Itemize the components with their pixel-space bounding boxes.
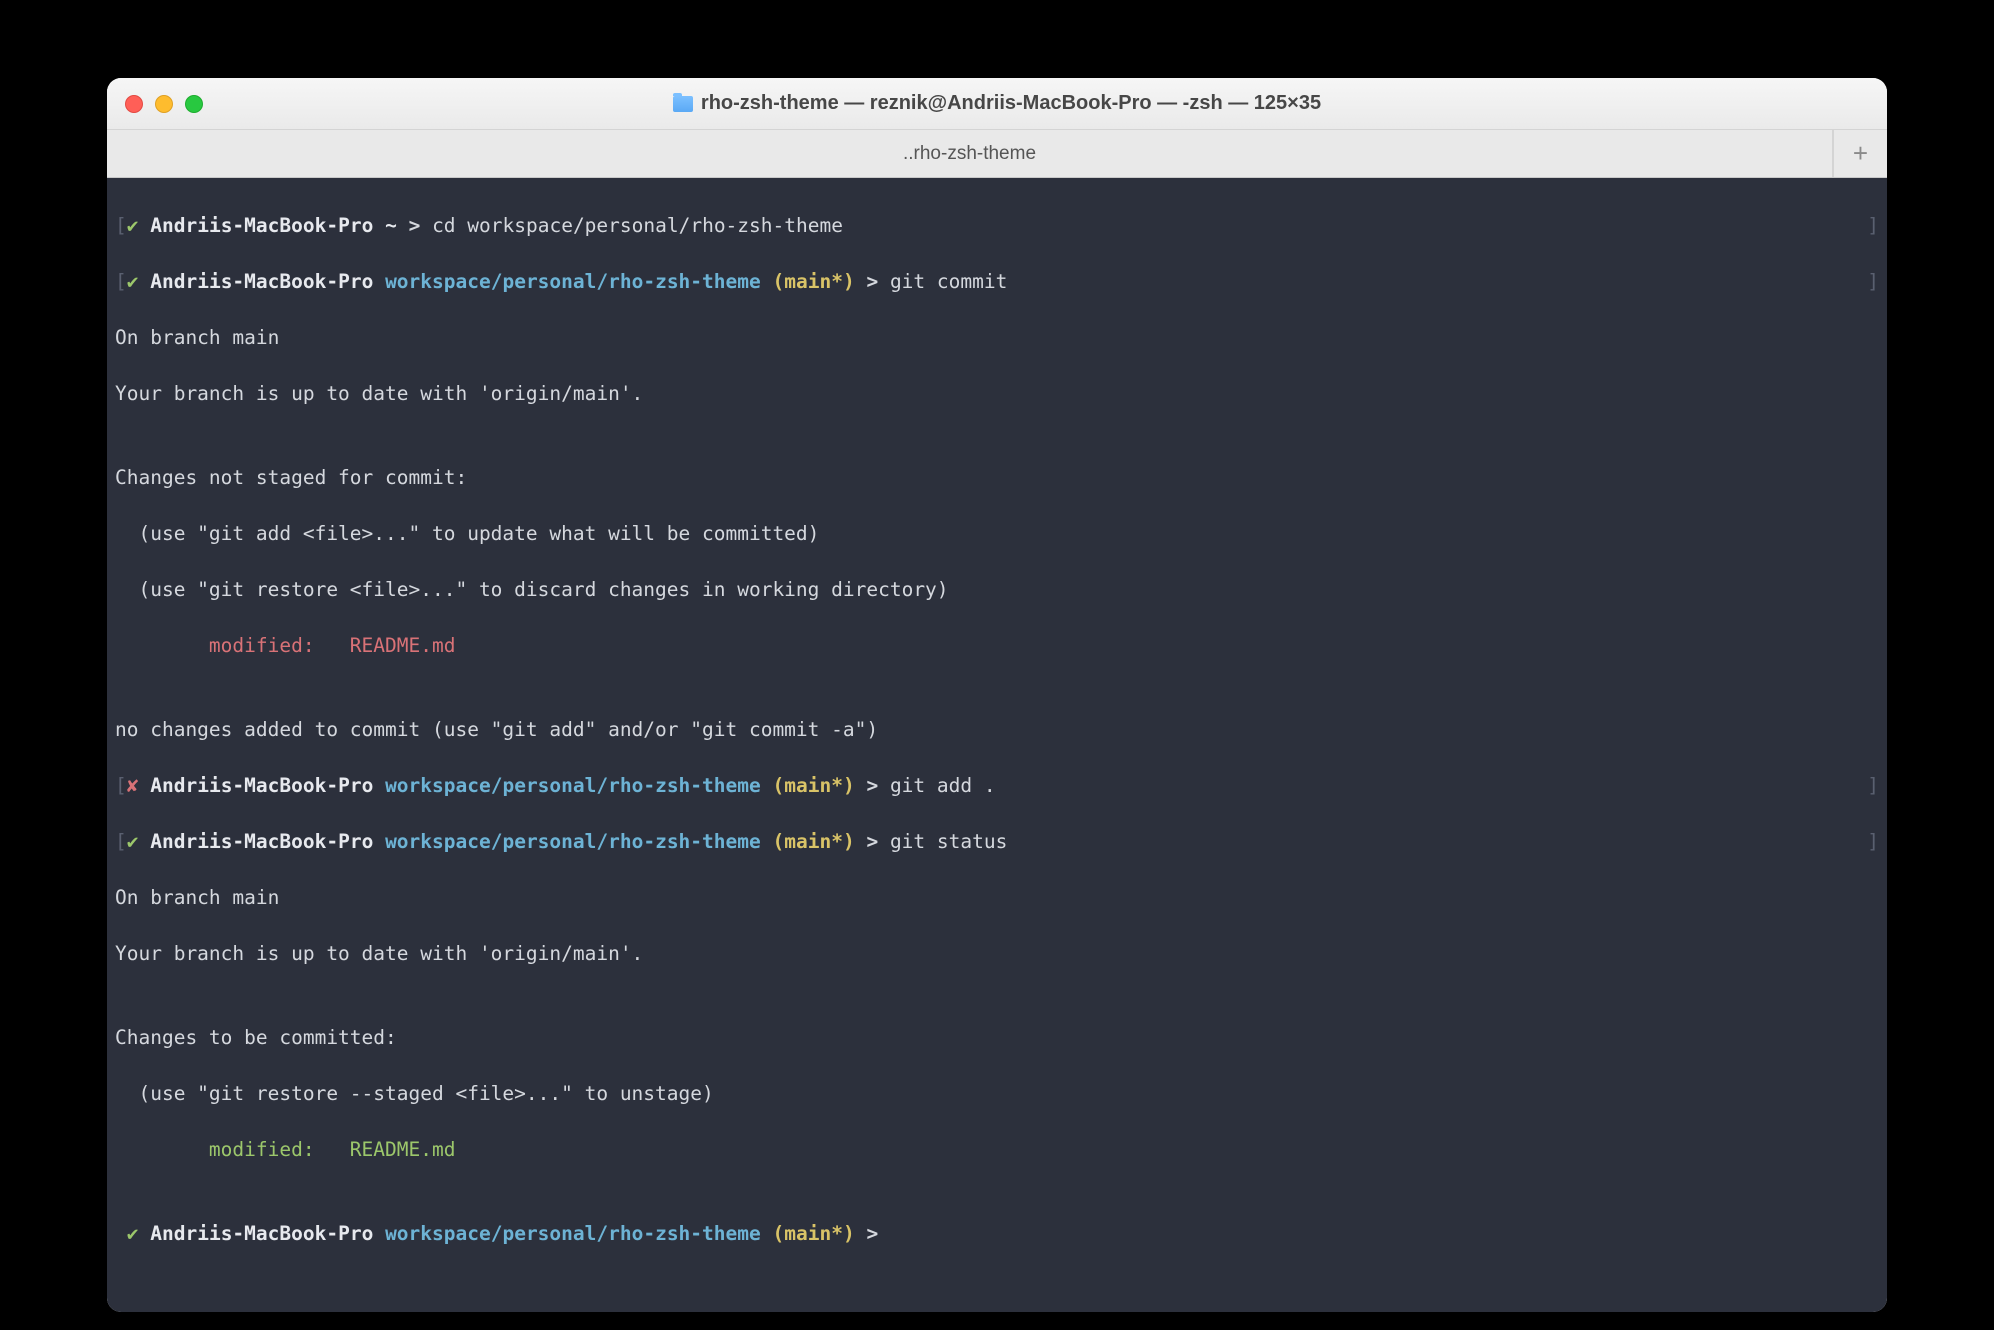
output-line: Changes to be committed: <box>115 1024 1879 1052</box>
tab-active[interactable]: ..rho-zsh-theme <box>107 130 1833 177</box>
bracket-close: ] <box>1867 212 1879 240</box>
terminal-content[interactable]: [✔ Andriis-MacBook-Pro ~ > cd workspace/… <box>107 178 1887 1312</box>
output-line: (use "git restore <file>..." to discard … <box>115 576 1879 604</box>
plus-icon: + <box>1853 138 1868 169</box>
close-button[interactable] <box>125 95 143 113</box>
prompt-home: ~ <box>385 214 397 237</box>
prompt-line: [✔ Andriis-MacBook-Pro ~ > cd workspace/… <box>115 212 1879 240</box>
prompt-arrow: > <box>866 774 878 797</box>
output-line: Your branch is up to date with 'origin/m… <box>115 380 1879 408</box>
window-title: rho-zsh-theme — reznik@Andriis-MacBook-P… <box>107 92 1887 115</box>
status-ok-icon: ✔ <box>127 1222 139 1245</box>
command-text: cd workspace/personal/rho-zsh-theme <box>432 214 843 237</box>
folder-icon <box>673 96 693 112</box>
command-text: git status <box>890 830 1007 853</box>
prompt-path: workspace/personal/rho-zsh-theme <box>385 774 761 797</box>
traffic-lights <box>125 95 203 113</box>
window-title-text: rho-zsh-theme — reznik@Andriis-MacBook-P… <box>701 92 1321 115</box>
output-line: (use "git add <file>..." to update what … <box>115 520 1879 548</box>
output-line: Changes not staged for commit: <box>115 464 1879 492</box>
output-line: (use "git restore --staged <file>..." to… <box>115 1080 1879 1108</box>
bracket-close: ] <box>1867 772 1879 800</box>
bracket-open: [ <box>115 830 127 853</box>
prompt-host: Andriis-MacBook-Pro <box>150 830 373 853</box>
bracket-open: [ <box>115 774 127 797</box>
output-modified-staged: modified: README.md <box>115 1136 1879 1164</box>
output-line: On branch main <box>115 884 1879 912</box>
prompt-branch: (main*) <box>773 830 855 853</box>
status-fail-icon: ✘ <box>127 774 139 797</box>
status-ok-icon: ✔ <box>127 830 139 853</box>
bracket-close: ] <box>1867 828 1879 856</box>
status-ok-icon: ✔ <box>127 214 139 237</box>
prompt-line-current: ✔ Andriis-MacBook-Pro workspace/personal… <box>115 1220 1879 1248</box>
new-tab-button[interactable]: + <box>1833 130 1887 177</box>
bracket-open: [ <box>115 214 127 237</box>
minimize-button[interactable] <box>155 95 173 113</box>
prompt-line: [✔ Andriis-MacBook-Pro workspace/persona… <box>115 828 1879 856</box>
prompt-host: Andriis-MacBook-Pro <box>150 1222 373 1245</box>
fullscreen-button[interactable] <box>185 95 203 113</box>
prompt-line: [✔ Andriis-MacBook-Pro workspace/persona… <box>115 268 1879 296</box>
output-line: Your branch is up to date with 'origin/m… <box>115 940 1879 968</box>
prompt-path: workspace/personal/rho-zsh-theme <box>385 830 761 853</box>
prompt-arrow: > <box>866 830 878 853</box>
prompt-path: workspace/personal/rho-zsh-theme <box>385 270 761 293</box>
output-line: no changes added to commit (use "git add… <box>115 716 1879 744</box>
prompt-host: Andriis-MacBook-Pro <box>150 774 373 797</box>
prompt-path: workspace/personal/rho-zsh-theme <box>385 1222 761 1245</box>
bracket-open: [ <box>115 270 127 293</box>
prompt-arrow: > <box>866 270 878 293</box>
output-modified-unstaged: modified: README.md <box>115 632 1879 660</box>
prompt-arrow: > <box>409 214 421 237</box>
prompt-arrow: > <box>866 1222 878 1245</box>
tab-bar: ..rho-zsh-theme + <box>107 130 1887 178</box>
prompt-branch: (main*) <box>773 1222 855 1245</box>
prompt-host: Andriis-MacBook-Pro <box>150 214 373 237</box>
command-text: git add . <box>890 774 996 797</box>
status-ok-icon: ✔ <box>127 270 139 293</box>
prompt-host: Andriis-MacBook-Pro <box>150 270 373 293</box>
titlebar: rho-zsh-theme — reznik@Andriis-MacBook-P… <box>107 78 1887 130</box>
prompt-branch: (main*) <box>773 774 855 797</box>
prompt-branch: (main*) <box>773 270 855 293</box>
bracket-close: ] <box>1867 268 1879 296</box>
terminal-window: rho-zsh-theme — reznik@Andriis-MacBook-P… <box>107 78 1887 1312</box>
tab-label: ..rho-zsh-theme <box>903 143 1036 165</box>
command-text: git commit <box>890 270 1007 293</box>
prompt-line: [✘ Andriis-MacBook-Pro workspace/persona… <box>115 772 1879 800</box>
output-line: On branch main <box>115 324 1879 352</box>
